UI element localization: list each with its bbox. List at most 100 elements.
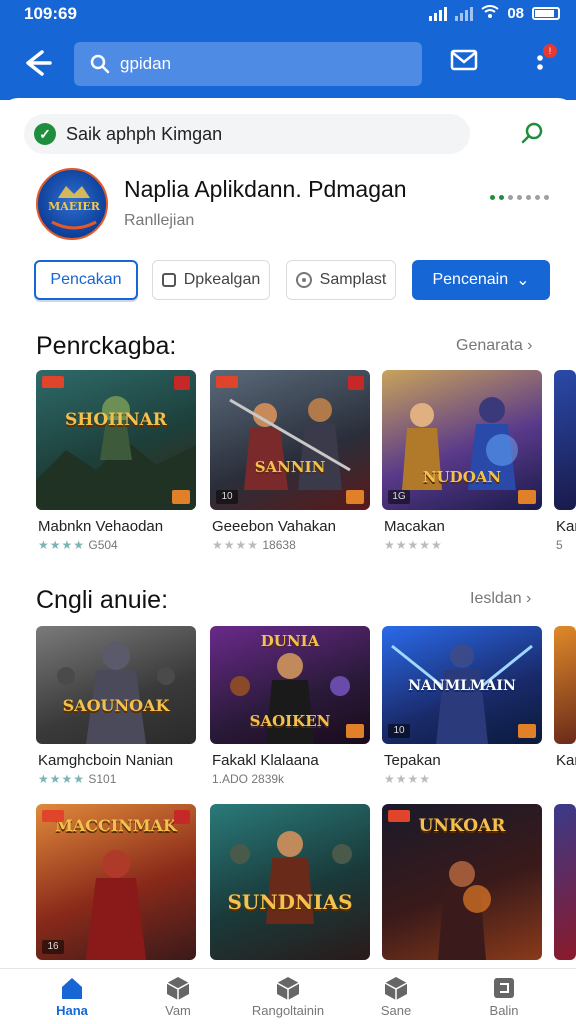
app-logo: MAEIER: [36, 168, 108, 240]
filter-chip-dpkealgan[interactable]: Dpkealgan: [152, 260, 270, 300]
game-thumbnail: SHOIINAR: [36, 370, 196, 510]
rating-stars: ★★★★★: [384, 538, 443, 552]
game-name: Fakakl Klalaana: [212, 752, 319, 769]
game-art-title: NUDOAN: [422, 468, 502, 486]
game-thumbnail: DUNIA SAOIKEN: [210, 626, 370, 744]
section-more-link[interactable]: Genarata ›: [456, 337, 533, 355]
game-name: Tepakan: [384, 752, 441, 769]
rating-stars: ★★★★: [384, 772, 432, 786]
game-art-title: NANMLMAIN: [408, 678, 516, 694]
game-name: Macakan: [384, 518, 445, 535]
bottom-navigation: Hana Vam Rangoltainin Sane Balin: [0, 968, 576, 1024]
rank-tag: [174, 810, 190, 824]
game-thumbnail: SUNDNIAS: [210, 804, 370, 960]
home-icon: [59, 975, 85, 1001]
nav-item-vam[interactable]: Vam: [128, 975, 228, 1018]
count-tag: 16: [42, 940, 64, 954]
game-meta: ★★★★: [384, 772, 431, 786]
status-time: 109:69: [24, 4, 77, 23]
verified-label: Saik aphph Kimgan: [66, 124, 223, 144]
section-title: Penrckagba:: [36, 332, 177, 360]
rank-tag: [348, 376, 364, 390]
nav-item-rangoltainin[interactable]: Rangoltainin: [238, 975, 338, 1018]
game-name: Kamghcboin Nanian: [38, 752, 174, 769]
game-name: Kan: [556, 518, 576, 535]
label-tag: [42, 810, 64, 822]
more-label: Iesldan: [470, 590, 522, 607]
count-tag: 10: [216, 490, 238, 504]
rating-tag: [346, 490, 364, 504]
chevron-right-icon: ›: [527, 337, 533, 354]
game-name: Kan: [556, 752, 576, 769]
location-icon: [295, 272, 312, 288]
pager-dots[interactable]: [490, 195, 549, 200]
rating-tag: [172, 490, 190, 504]
status-bar: 109:69 08: [0, 0, 576, 28]
chip-label: Pencenain: [432, 271, 509, 288]
game-thumbnail: NANMLMAIN 10: [382, 626, 542, 744]
more-label: Genarata: [456, 337, 523, 354]
nav-item-home[interactable]: Hana: [22, 975, 122, 1018]
game-thumbnail: MACCINMAK 16: [36, 804, 196, 960]
game-count: 5: [556, 538, 563, 552]
game-name: Mabnkn Vehaodan: [38, 518, 164, 535]
section-more-link[interactable]: Iesldan ›: [470, 590, 531, 608]
rating-tag: [346, 724, 364, 738]
game-meta: ★★★★ G504: [38, 538, 118, 552]
game-thumbnail: NUDOAN 1G: [382, 370, 542, 510]
status-icons: 08: [429, 5, 560, 22]
game-name: Geeebon Vahakan: [212, 518, 336, 535]
app-title: Naplia Aplikdann. Pdmagan: [124, 176, 407, 202]
mail-icon[interactable]: [450, 46, 478, 74]
game-art-title: SAOUNOAK: [62, 696, 170, 715]
rating-tag: [518, 724, 536, 738]
battery-icon: [532, 7, 560, 20]
wifi-icon: [481, 5, 499, 22]
library-icon: [491, 975, 517, 1001]
game-art-title: SUNDNIAS: [227, 890, 353, 914]
nav-label: Rangoltainin: [251, 1003, 325, 1018]
dropdown-chip-pencenain[interactable]: Pencenain ⌄: [412, 260, 550, 300]
count-tag: 1G: [388, 490, 410, 504]
chip-label: Pencakan: [50, 271, 122, 288]
rating-tag: [518, 490, 536, 504]
verified-banner[interactable]: ✓ Saik aphph Kimgan: [24, 114, 470, 154]
chevron-down-icon: ⌄: [516, 272, 530, 289]
app-logo-text: MAEIER: [48, 200, 100, 213]
signal-icon: [429, 6, 448, 21]
rank-tag: [174, 376, 190, 390]
nav-label: Hana: [56, 1003, 88, 1018]
nav-label: Vam: [165, 1003, 191, 1018]
chip-label: Dpkealgan: [183, 271, 261, 288]
nav-label: Balin: [489, 1003, 519, 1018]
game-art-title-top: DUNIA: [260, 632, 320, 650]
game-count: 18638: [262, 538, 296, 552]
section-title: Cngli anuie:: [36, 586, 169, 614]
nav-item-balin[interactable]: Balin: [454, 975, 554, 1018]
search-input[interactable]: gpidan: [74, 42, 422, 86]
checkbox-icon: [161, 273, 176, 287]
battery-level: 08: [507, 5, 524, 22]
back-arrow-icon[interactable]: [20, 46, 54, 80]
game-meta: ★★★★★: [384, 538, 443, 552]
filter-chip-pencakan[interactable]: Pencakan: [34, 260, 138, 300]
signal-secondary-icon: [455, 6, 474, 21]
chip-label: Samplast: [319, 271, 387, 288]
game-thumbnail: [554, 626, 576, 744]
rating-stars: ★★★★: [212, 538, 260, 552]
check-icon: ✓: [34, 123, 56, 145]
nav-label: Sane: [380, 1003, 412, 1018]
search-value: gpidan: [120, 54, 172, 73]
package-icon: [383, 975, 409, 1001]
cube-icon: [275, 975, 301, 1001]
game-meta: ★★★★ 18638: [212, 538, 296, 552]
nav-item-sane[interactable]: Sane: [346, 975, 446, 1018]
filter-chip-samplast[interactable]: Samplast: [286, 260, 396, 300]
search-icon[interactable]: [520, 120, 546, 146]
game-thumbnail: [554, 804, 576, 960]
search-icon: [90, 54, 110, 74]
game-count: G504: [88, 538, 118, 552]
game-thumbnail: SANNIN 10: [210, 370, 370, 510]
game-meta: 1.ADO 2839k: [212, 772, 284, 786]
game-thumbnail: [554, 370, 576, 510]
